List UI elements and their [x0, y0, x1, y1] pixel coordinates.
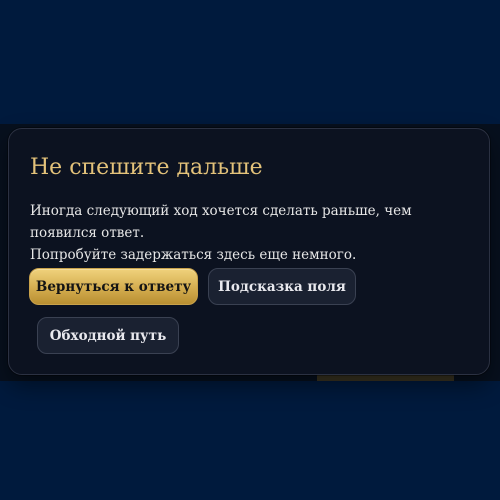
dialog-message-line-1: Иногда следующий ход хочется сделать ран… — [30, 203, 412, 241]
return-to-answer-button[interactable]: Вернуться к ответу — [29, 268, 198, 305]
field-hint-button[interactable]: Подсказка поля — [208, 268, 356, 305]
screen: Не спешите дальше Иногда следующий ход х… — [0, 0, 500, 500]
dialog-message: Иногда следующий ход хочется сделать ран… — [30, 200, 480, 266]
dialog-title: Не спешите дальше — [30, 155, 263, 180]
background-edge-fragment — [0, 304, 8, 318]
detour-button[interactable]: Обходной путь — [37, 317, 179, 354]
pause-dialog: Не спешите дальше Иногда следующий ход х… — [8, 128, 490, 375]
background-edge-fragment-right — [490, 308, 500, 320]
background-button-obscured — [317, 374, 454, 381]
dialog-message-line-2: Попробуйте задержаться здесь еще немного… — [30, 247, 357, 263]
